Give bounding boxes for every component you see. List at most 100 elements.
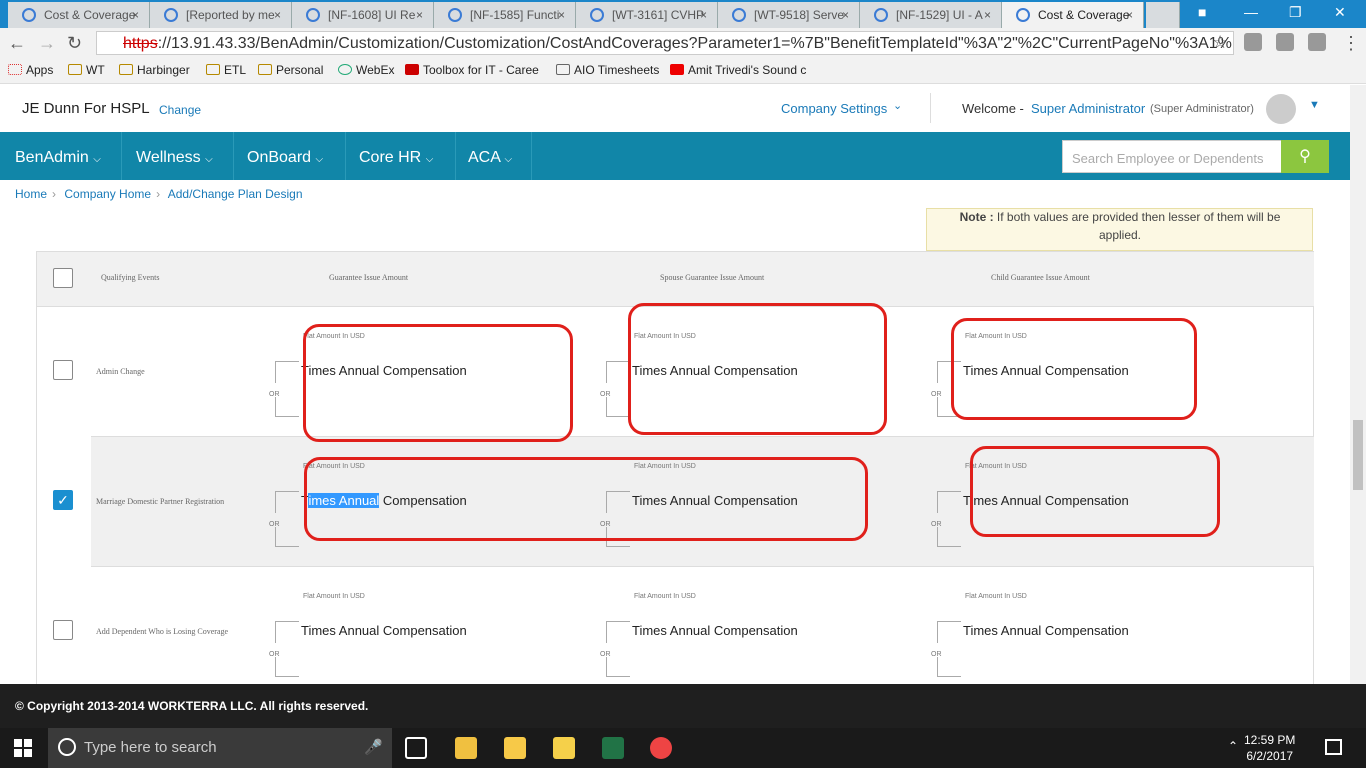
chrome-icon[interactable] [650, 737, 672, 759]
row-checkbox-checked[interactable]: ✓ [53, 490, 73, 510]
times-compensation-input[interactable] [937, 657, 961, 677]
table-row: Add Dependent Who is Losing Coverage Fla… [91, 567, 1314, 684]
page-scrollbar[interactable] [1350, 85, 1366, 728]
times-compensation-input[interactable] [606, 657, 630, 677]
file-explorer-icon[interactable] [504, 737, 526, 759]
flat-amount-input[interactable] [606, 361, 630, 383]
bookmark-aio[interactable]: AIO Timesheets [556, 63, 659, 77]
event-label: Admin Change [96, 367, 145, 376]
close-icon[interactable]: × [416, 8, 423, 22]
reload-icon[interactable]: ↻ [67, 33, 82, 54]
breadcrumb-plan-design[interactable]: Add/Change Plan Design [168, 187, 303, 201]
folder-icon [258, 64, 272, 75]
microphone-icon[interactable]: 🎤 [364, 738, 383, 756]
breadcrumb-home[interactable]: Home [15, 187, 47, 201]
times-compensation-input[interactable] [275, 397, 299, 417]
search-icon: ⚲ [1299, 148, 1311, 165]
forward-icon[interactable]: → [38, 33, 56, 54]
row-checkbox[interactable] [53, 620, 73, 640]
browser-tab[interactable]: Cost & Coverage × [8, 2, 150, 28]
back-icon[interactable]: ← [8, 33, 26, 54]
close-icon[interactable]: × [1126, 8, 1133, 22]
minimize-icon[interactable]: — [1244, 4, 1258, 20]
browser-tab[interactable]: [NF-1608] UI Re × [292, 2, 434, 28]
maximize-icon[interactable]: ❐ [1289, 4, 1302, 21]
flat-amount-input[interactable] [937, 621, 961, 643]
browser-tab[interactable]: [NF-1585] Functi × [434, 2, 576, 28]
task-view-icon[interactable] [405, 737, 427, 759]
bookmark-folder[interactable]: Harbinger [119, 63, 190, 77]
user-role: (Super Administrator) [1150, 103, 1254, 115]
address-bar: ← → ↻ https://13.91.43.33/BenAdmin/Custo… [0, 28, 1366, 58]
employee-search-input[interactable]: Search Employee or Dependents [1062, 140, 1282, 173]
scrollbar-thumb[interactable] [1353, 420, 1363, 490]
flat-amount-input[interactable] [275, 491, 299, 513]
nav-core-hr[interactable]: Core HR ⌵ [346, 132, 456, 180]
bookmark-toolbox[interactable]: Toolbox for IT - Caree [405, 63, 539, 77]
bookmark-youtube[interactable]: Amit Trivedi's Sound c [670, 63, 806, 77]
times-compensation-input[interactable] [275, 527, 299, 547]
chevron-down-icon[interactable]: ⌄ [893, 99, 902, 112]
times-compensation-input[interactable] [275, 657, 299, 677]
header-guarantee-issue: Guarantee Issue Amount [329, 273, 409, 282]
close-window-icon[interactable]: ✕ [1334, 4, 1346, 21]
sticky-notes-icon[interactable] [553, 737, 575, 759]
extension-icon[interactable] [1244, 33, 1262, 51]
welcome-label: Welcome - [962, 101, 1024, 116]
close-icon[interactable]: × [132, 8, 139, 22]
flat-amount-input[interactable] [937, 491, 961, 513]
bookmark-star-icon[interactable]: ☆ [1212, 32, 1228, 53]
close-icon[interactable]: × [700, 8, 707, 22]
copyright-text: © Copyright 2013-2014 WORKTERRA LLC. All… [15, 699, 369, 713]
row-checkbox[interactable] [53, 360, 73, 380]
company-settings-menu[interactable]: Company Settings [781, 101, 887, 116]
bookmark-folder[interactable]: ETL [206, 63, 246, 77]
page-icon [22, 8, 36, 22]
windows-start-icon[interactable] [14, 739, 32, 757]
user-name[interactable]: Super Administrator [1031, 101, 1145, 116]
app-header: JE Dunn For HSPL Change Company Settings… [0, 85, 1366, 132]
extension-icon[interactable] [1276, 33, 1294, 51]
browser-tab[interactable]: [WT-9518] Serve × [718, 2, 860, 28]
chevron-up-icon[interactable]: ⌃ [1228, 739, 1238, 753]
times-compensation-input[interactable] [937, 527, 961, 547]
windows-taskbar: Type here to search 🎤 ⌃ 12:59 PM 6/2/2017 [0, 728, 1366, 768]
change-company-link[interactable]: Change [159, 103, 201, 117]
outlook-icon[interactable] [455, 737, 477, 759]
user-profile-icon[interactable]: ■ [1198, 4, 1206, 20]
browser-tab[interactable]: [NF-1529] UI - A × [860, 2, 1002, 28]
nav-benadmin[interactable]: BenAdmin ⌵ [0, 132, 122, 180]
system-clock[interactable]: 12:59 PM 6/2/2017 [1244, 732, 1295, 764]
bookmark-webex[interactable]: WebEx [338, 63, 394, 77]
bookmark-apps[interactable]: Apps [8, 63, 53, 77]
browser-tab[interactable]: [Reported by me × [150, 2, 292, 28]
nav-wellness[interactable]: Wellness ⌵ [122, 132, 234, 180]
url-input[interactable]: https://13.91.43.33/BenAdmin/Customizati… [96, 31, 1234, 55]
close-icon[interactable]: × [558, 8, 565, 22]
flat-amount-input[interactable] [275, 621, 299, 643]
extension-icon[interactable] [1308, 33, 1326, 51]
nav-aca[interactable]: ACA ⌵ [456, 132, 532, 180]
page-icon [306, 8, 320, 22]
nav-onboard[interactable]: OnBoard ⌵ [234, 132, 346, 180]
chevron-down-icon[interactable]: ▼ [1309, 99, 1320, 111]
avatar[interactable] [1266, 94, 1296, 124]
bookmark-folder[interactable]: WT [68, 63, 105, 77]
taskbar-search-input[interactable]: Type here to search 🎤 [48, 728, 392, 768]
breadcrumb-company-home[interactable]: Company Home [64, 187, 151, 201]
search-button[interactable]: ⚲ [1281, 140, 1329, 173]
browser-menu-icon[interactable]: ⋮ [1342, 33, 1360, 54]
select-all-checkbox[interactable] [53, 268, 73, 288]
notifications-icon[interactable] [1325, 739, 1342, 755]
close-icon[interactable]: × [984, 8, 991, 22]
times-compensation-input[interactable] [606, 397, 630, 417]
close-icon[interactable]: × [842, 8, 849, 22]
browser-tab-active[interactable]: Cost & Coverage × [1002, 2, 1144, 28]
close-icon[interactable]: × [274, 8, 281, 22]
bookmark-folder[interactable]: Personal [258, 63, 323, 77]
new-tab-button[interactable] [1146, 2, 1180, 28]
flat-amount-input[interactable] [275, 361, 299, 383]
browser-tab[interactable]: [WT-3161] CVHP × [576, 2, 718, 28]
flat-amount-input[interactable] [606, 621, 630, 643]
excel-icon[interactable] [602, 737, 624, 759]
